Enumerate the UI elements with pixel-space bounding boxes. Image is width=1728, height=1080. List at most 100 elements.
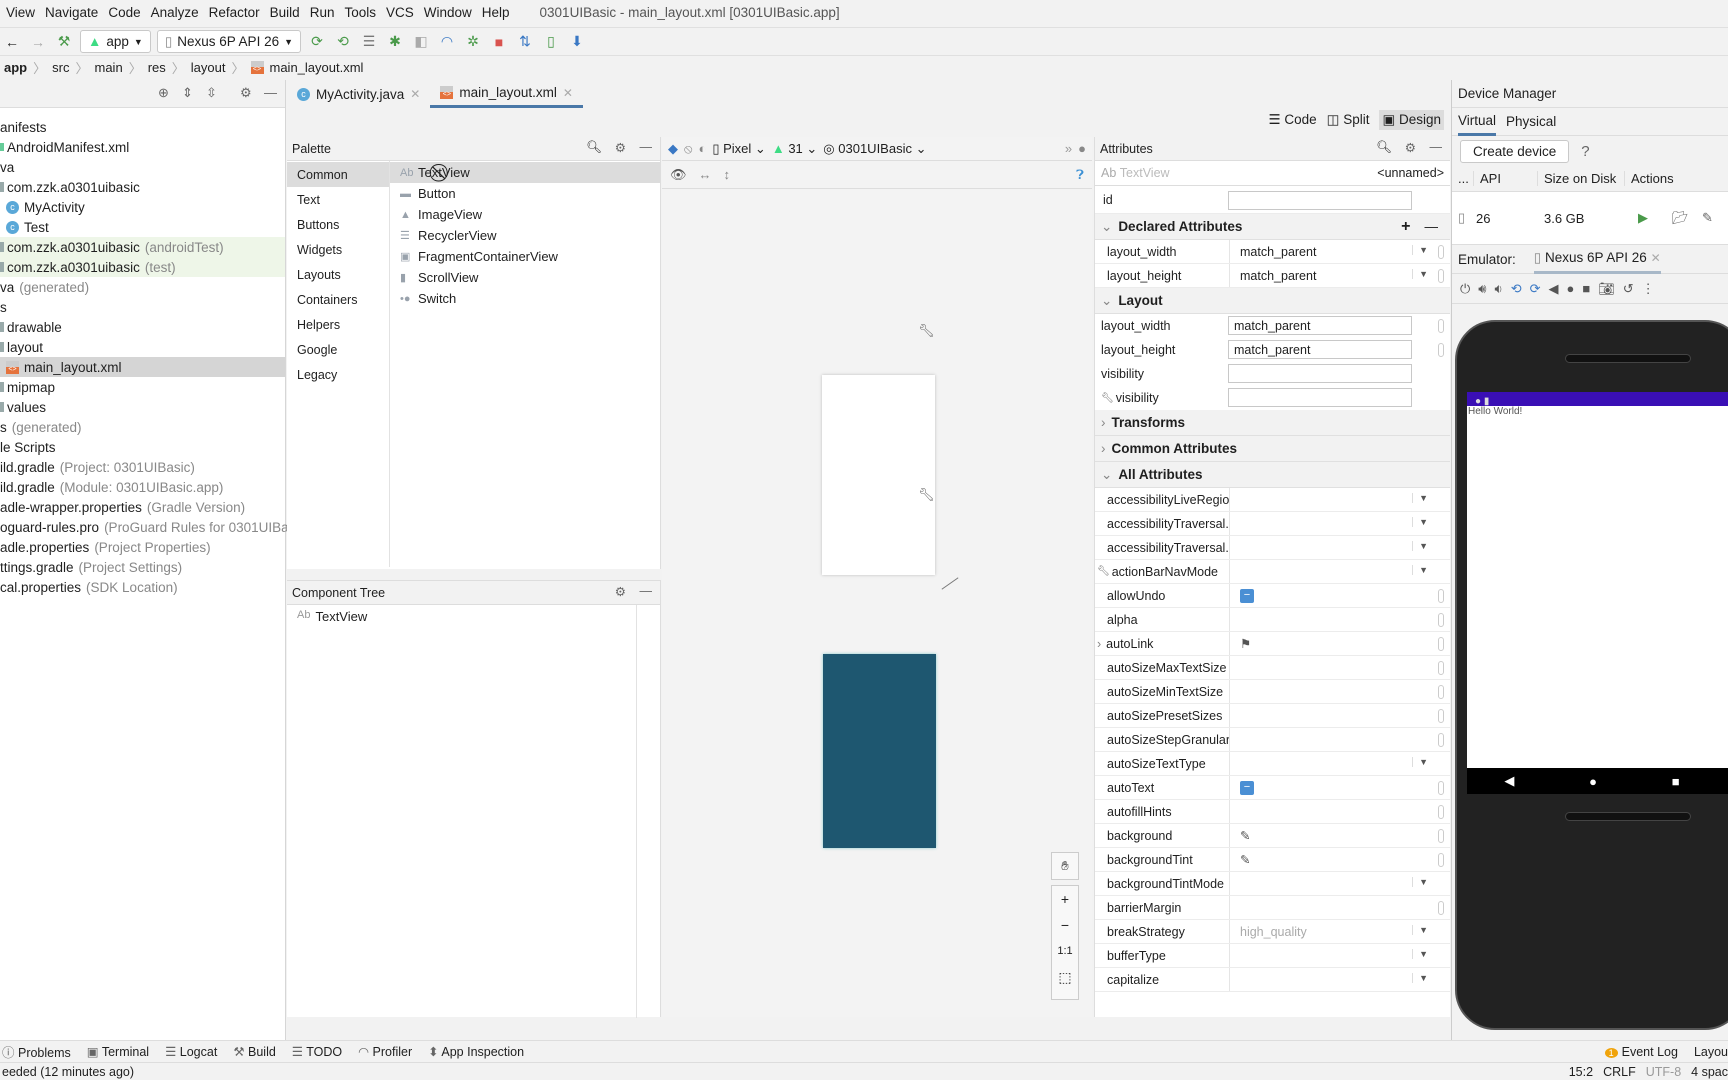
palette-item-fragmentcontainerview[interactable]: ▣ FragmentContainerView (390, 246, 660, 267)
gear-icon[interactable]: ⚙ (1405, 140, 1416, 155)
warning-icon[interactable]: ● (1078, 141, 1086, 156)
zoom-fit-icon[interactable]: ⬚ (1052, 964, 1078, 990)
apply-changes-icon[interactable]: ⟳ (307, 33, 327, 50)
palette-item-textview[interactable]: AbTextView⃠ (390, 162, 660, 183)
attr-value[interactable] (1230, 608, 1450, 631)
folder-icon[interactable]: 📂︎ (1672, 210, 1702, 226)
create-device-button[interactable]: Create device (1460, 139, 1570, 163)
attr-combo[interactable] (1228, 388, 1412, 407)
wrench-icon[interactable]: 🔧︎ (918, 487, 935, 503)
tree-item[interactable]: layout (0, 337, 285, 357)
section-declared-attributes[interactable]: ⌄ Declared Attributes + — (1095, 214, 1450, 240)
attr-combo[interactable]: match_parent (1228, 340, 1412, 359)
launch-icon[interactable]: ▶ (1638, 210, 1672, 226)
dropdown-arrow-icon[interactable]: ▼ (1412, 949, 1428, 959)
tree-item[interactable]: adle-wrapper.properties (Gradle Version) (0, 497, 285, 517)
back-icon[interactable]: ◀ (1549, 281, 1559, 297)
volume-down-icon[interactable]: 🔉︎ (1495, 281, 1503, 297)
horizontal-resize-icon[interactable]: ↔ (699, 167, 712, 182)
attr-value[interactable] (1230, 800, 1450, 823)
file-encoding[interactable]: UTF-8 (1646, 1065, 1681, 1079)
palette-item-recyclerview[interactable]: ☰ RecyclerView (390, 225, 660, 246)
emulator-tab[interactable]: ▯ Nexus 6P API 26 ✕ (1533, 244, 1661, 274)
palette-category-layouts[interactable]: Layouts (287, 262, 389, 287)
dropdown-arrow-icon[interactable]: ▼ (1412, 245, 1428, 255)
pin-indicator[interactable] (1438, 245, 1444, 259)
menu-analyze[interactable]: Analyze (151, 5, 199, 20)
coverage-icon[interactable]: ☰ (359, 33, 379, 50)
nav-recents-icon[interactable]: ■ (1672, 774, 1680, 789)
gear-icon[interactable]: ⚙ (240, 85, 252, 101)
menu-help[interactable]: Help (482, 5, 510, 20)
tool-window-profiler[interactable]: ◠ Profiler (358, 1044, 412, 1059)
menu-tools[interactable]: Tools (344, 5, 376, 20)
pin-indicator[interactable] (1438, 781, 1444, 795)
menu-navigate[interactable]: Navigate (45, 5, 98, 20)
tab-main_layout-xml[interactable]: <> main_layout.xml ✕ (430, 80, 583, 108)
palette-category-containers[interactable]: Containers (287, 287, 389, 312)
dropdown-arrow-icon[interactable]: ▼ (1412, 877, 1428, 887)
pin-indicator[interactable] (1438, 853, 1444, 867)
palette-category-common[interactable]: Common (287, 162, 389, 187)
attr-value[interactable] (1230, 704, 1450, 727)
column-header[interactable]: Actions (1625, 171, 1674, 186)
tri-state-toggle[interactable]: − (1240, 588, 1254, 603)
menu-view[interactable]: View (6, 5, 35, 20)
breadcrumb-item[interactable]: res (148, 60, 166, 75)
tree-item[interactable]: com.zzk.a0301uibasic (androidTest) (0, 237, 285, 257)
orientation-icon[interactable]: ⦸ (684, 141, 692, 157)
pin-indicator[interactable] (1438, 637, 1444, 651)
tab-physical[interactable]: Physical (1506, 114, 1556, 129)
device-row[interactable]: ▯ 26 3.6 GB ▶ 📂︎ ✎ (1452, 192, 1728, 244)
device-select[interactable]: ▯ Nexus 6P API 26 ▼ (156, 30, 302, 53)
forward-icon[interactable]: → (28, 34, 48, 50)
tree-item[interactable]: adle.properties (Project Properties) (0, 537, 285, 557)
layout-inspector-button[interactable]: Layou (1694, 1045, 1728, 1059)
id-field[interactable] (1228, 191, 1412, 210)
pin-indicator[interactable] (1438, 805, 1444, 819)
tri-state-toggle[interactable]: − (1240, 780, 1254, 795)
menu-window[interactable]: Window (424, 5, 472, 20)
palette-item-imageview[interactable]: ▲ ImageView (390, 204, 660, 225)
power-icon[interactable]: ⏻ (1460, 281, 1470, 297)
volume-up-icon[interactable]: 🔊︎ (1478, 281, 1486, 297)
stop-icon[interactable]: ■ (489, 34, 509, 50)
pin-indicator[interactable] (1438, 829, 1444, 843)
view-mode-design[interactable]: ▣ Design (1379, 110, 1444, 130)
apply-code-changes-icon[interactable]: ⟲ (333, 33, 353, 50)
close-icon[interactable]: ✕ (563, 86, 573, 100)
view-mode-code[interactable]: ☰ Code (1269, 112, 1317, 128)
api-select[interactable]: ▲ 31 ⌄ (772, 141, 817, 157)
palette-category-legacy[interactable]: Legacy (287, 362, 389, 387)
close-icon[interactable]: ✕ (410, 87, 420, 101)
palette-category-google[interactable]: Google (287, 337, 389, 362)
attr-combo[interactable]: match_parent (1228, 316, 1412, 335)
breadcrumb-item[interactable]: layout (191, 60, 226, 75)
flag-icon[interactable]: ⚑ (1240, 636, 1251, 651)
tab-myactivity-java[interactable]: c MyActivity.java ✕ (287, 80, 430, 108)
attr-value[interactable] (1230, 728, 1450, 751)
pin-indicator[interactable] (1438, 661, 1444, 675)
pin-indicator[interactable] (1438, 685, 1444, 699)
zoom-actual-button[interactable]: 1:1 (1052, 938, 1078, 964)
menu-refactor[interactable]: Refactor (209, 5, 260, 20)
attr-value[interactable]: − (1230, 776, 1450, 799)
view-mode-split[interactable]: ◫ Split (1327, 112, 1370, 128)
nav-back-icon[interactable]: ◀ (1504, 773, 1514, 789)
pin-indicator[interactable] (1438, 319, 1444, 333)
search-icon[interactable]: 🔍︎ (586, 140, 602, 155)
menu-build[interactable]: Build (270, 5, 300, 20)
gradle-sync-icon[interactable]: ⇅ (515, 33, 535, 50)
zoom-in-button[interactable]: + (1052, 886, 1078, 912)
tree-item[interactable]: ild.gradle (Module: 0301UIBasic.app) (0, 477, 285, 497)
pin-indicator[interactable] (1438, 269, 1444, 283)
line-separator[interactable]: CRLF (1603, 1065, 1636, 1079)
dropdown-arrow-icon[interactable]: ▼ (1412, 757, 1428, 767)
tree-item[interactable]: values (0, 397, 285, 417)
debug-icon[interactable]: ✱ (385, 33, 405, 50)
tree-item[interactable]: ild.gradle (Project: 0301UIBasic) (0, 457, 285, 477)
attr-value[interactable] (1230, 656, 1450, 679)
tree-item[interactable]: c Test (0, 217, 285, 237)
menu-code[interactable]: Code (108, 5, 140, 20)
tree-item[interactable]: c MyActivity (0, 197, 285, 217)
